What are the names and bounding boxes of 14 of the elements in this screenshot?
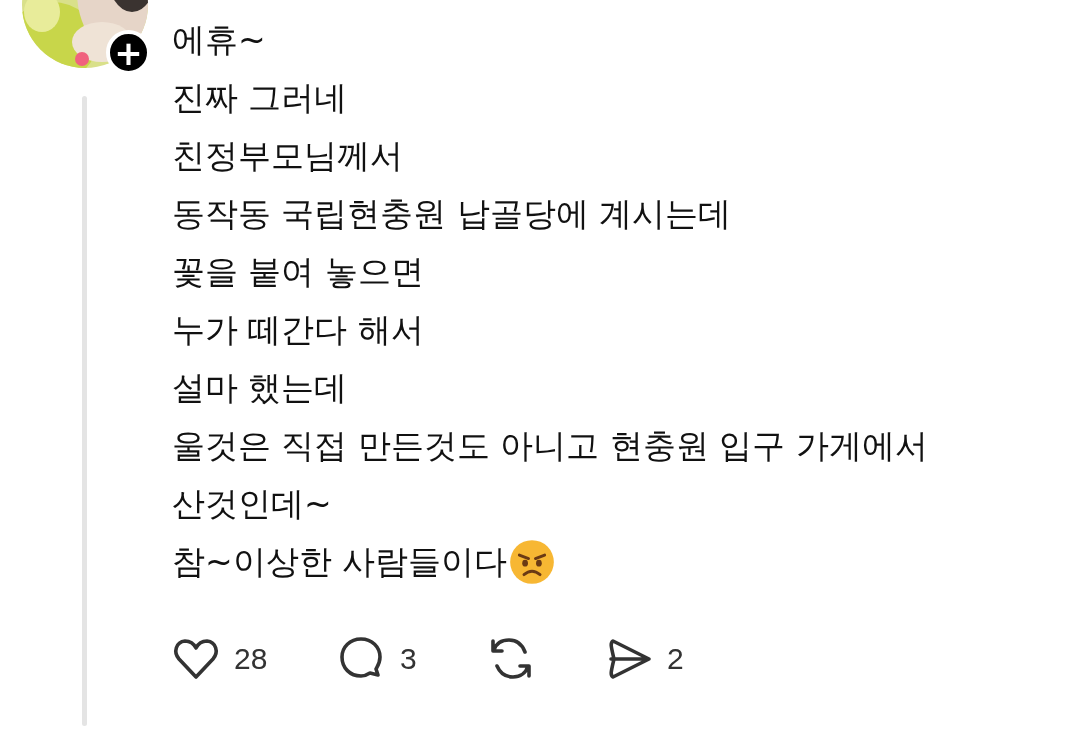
- post-text-line: 참~이상한 사람들이다: [172, 540, 508, 583]
- count: 3: [400, 642, 417, 676]
- post-text-line: 진짜 그러네: [172, 76, 348, 119]
- post-text-line: 울것은 직접 만든것도 아니고 현충원 입구 가게에서: [172, 424, 928, 467]
- count: 2: [667, 642, 684, 676]
- post-text-line: 에휴~: [172, 18, 266, 61]
- post-text-line: 누가 떼간다 해서: [172, 308, 424, 351]
- post-text-line: 꽃을 붙여 놓으면: [172, 250, 424, 293]
- post-text-line: 산것인데~: [172, 482, 332, 525]
- angry-face-icon: [509, 539, 556, 585]
- post-text-line: 동작동 국립현충원 납골당에 계시는데: [172, 192, 732, 235]
- count: 28: [234, 642, 268, 676]
- post-text-line: 친정부모님께서: [172, 134, 403, 177]
- post-text-line: 설마 했는데: [172, 366, 348, 409]
